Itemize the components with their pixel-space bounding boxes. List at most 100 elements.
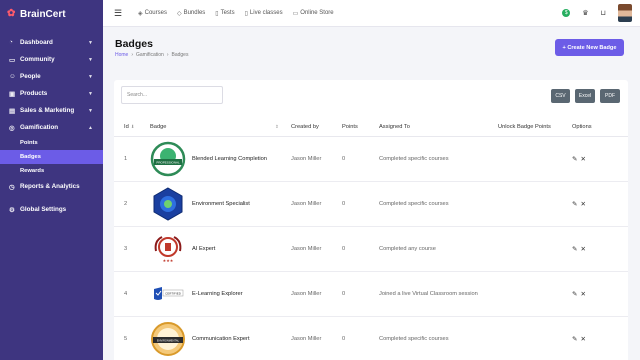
delete-icon[interactable]: ✕ bbox=[580, 336, 585, 343]
chevron-down-icon: ▼ bbox=[88, 107, 93, 114]
topnav-courses[interactable]: ◈ Courses bbox=[138, 10, 167, 17]
column-header-badge[interactable]: Badge bbox=[150, 124, 166, 130]
sidebar-item-people[interactable]: ☺ People ▼ bbox=[0, 68, 103, 85]
sidebar-subitem-label: Rewards bbox=[20, 168, 45, 174]
table-row[interactable]: 5 ENVIRONMENTAL Communication Expert Jas… bbox=[114, 317, 628, 360]
sidebar-subitem-label: Badges bbox=[20, 154, 41, 160]
breadcrumb-home[interactable]: Home bbox=[115, 52, 128, 58]
cell-id: 4 bbox=[124, 291, 128, 297]
sidebar-item-products[interactable]: ▣ Products ▼ bbox=[0, 85, 103, 102]
delete-icon[interactable]: ✕ bbox=[580, 156, 585, 163]
topnav-live-classes[interactable]: ▯ Live classes bbox=[245, 10, 283, 17]
sidebar-item-label: People bbox=[20, 73, 41, 80]
sidebar-item-sales-marketing[interactable]: ▤ Sales & Marketing ▼ bbox=[0, 102, 103, 119]
menu-icon[interactable]: ☰ bbox=[114, 8, 124, 19]
cell-points: 0 bbox=[342, 336, 346, 342]
sidebar-item-gamification[interactable]: ◎ Gamification ▲ bbox=[0, 119, 103, 136]
status-badge[interactable]: $ bbox=[562, 9, 571, 17]
live-classes-icon: ▯ bbox=[244, 10, 248, 17]
topnav-online-store[interactable]: ▭ Online Store bbox=[293, 10, 334, 17]
column-header-created-by[interactable]: Created by bbox=[291, 124, 319, 130]
search-input[interactable]: Search... bbox=[121, 86, 223, 104]
cell-assigned-to: Completed specific courses bbox=[379, 201, 449, 207]
table-row[interactable]: 2 Environment Specialist Jason Miller 0 … bbox=[114, 182, 628, 227]
edit-icon[interactable]: ✎ bbox=[572, 246, 577, 253]
breadcrumb-gamification[interactable]: Gamification bbox=[136, 52, 164, 58]
chevron-up-icon: ▲ bbox=[88, 124, 93, 131]
brand-logo[interactable]: ✿ BrainCert bbox=[0, 0, 103, 28]
delete-icon[interactable]: ✕ bbox=[580, 201, 585, 208]
edit-icon[interactable]: ✎ bbox=[572, 336, 577, 343]
delete-icon[interactable]: ✕ bbox=[580, 246, 585, 253]
breadcrumb: Home › Gamification › Badges bbox=[115, 52, 189, 58]
topnav-label: Online Store bbox=[300, 10, 334, 16]
community-icon: ▭ bbox=[9, 56, 16, 64]
people-icon: ☺ bbox=[9, 73, 16, 80]
cart-icon[interactable]: ⊔ bbox=[601, 9, 606, 17]
cell-badge-name: Blended Learning Completion bbox=[192, 156, 267, 162]
sidebar-item-global-settings[interactable]: ⚙ Global Settings bbox=[0, 201, 103, 218]
cell-id: 5 bbox=[124, 336, 128, 342]
excel-button[interactable]: Excel bbox=[575, 89, 595, 103]
badge-image-shield: CERTIFIED bbox=[154, 287, 184, 300]
pdf-button[interactable]: PDF bbox=[600, 89, 620, 103]
cell-assigned-to: Completed specific courses bbox=[379, 336, 449, 342]
cell-points: 0 bbox=[342, 291, 346, 297]
topnav-label: Courses bbox=[144, 10, 167, 16]
column-header-id[interactable]: Id ⬇ bbox=[124, 124, 135, 130]
sidebar-subitem-rewards[interactable]: Rewards bbox=[0, 164, 103, 178]
edit-icon[interactable]: ✎ bbox=[572, 156, 577, 163]
sidebar-subitem-badges[interactable]: Badges bbox=[0, 150, 103, 164]
edit-icon[interactable]: ✎ bbox=[572, 291, 577, 298]
csv-button[interactable]: CSV bbox=[551, 89, 570, 103]
column-header-points[interactable]: Points bbox=[342, 124, 358, 130]
chevron-down-icon: ▼ bbox=[88, 90, 93, 97]
cell-id: 3 bbox=[124, 246, 128, 252]
sidebar-item-label: Products bbox=[20, 90, 48, 97]
chevron-down-icon: ▼ bbox=[88, 56, 93, 63]
column-header-unlock-points[interactable]: Unlock Badge Points bbox=[498, 124, 551, 130]
table-row[interactable]: 1 PROFESSIONAL Blended Learning Completi… bbox=[114, 137, 628, 182]
delete-icon[interactable]: ✕ bbox=[580, 291, 585, 298]
edit-icon[interactable]: ✎ bbox=[572, 201, 577, 208]
trophy-icon[interactable]: ♛ bbox=[582, 9, 588, 17]
products-icon: ▣ bbox=[9, 90, 16, 98]
sidebar-item-dashboard[interactable]: ◔ Dashboard ▼ bbox=[0, 34, 103, 51]
cell-assigned-to: Joined a live Virtual Classroom session bbox=[379, 291, 478, 297]
chevron-down-icon: ▼ bbox=[88, 39, 93, 46]
badges-table-card: Search... CSV Excel PDF Id ⬇ Badge ⇕ Crea… bbox=[114, 80, 628, 360]
sidebar-item-reports-analytics[interactable]: ◷ Reports & Analytics bbox=[0, 178, 103, 195]
cell-points: 0 bbox=[342, 201, 346, 207]
badge-lettering: PROFESSIONAL bbox=[156, 161, 180, 165]
sort-icon: ⇕ bbox=[275, 124, 279, 129]
topnav-bundles[interactable]: ◇ Bundles bbox=[177, 10, 205, 17]
table-row[interactable]: 3 ★★★ AI Expert Jason Miller 0 Completed… bbox=[114, 227, 628, 272]
sidebar: ✿ BrainCert ◔ Dashboard ▼ ▭ Community ▼ … bbox=[0, 0, 103, 360]
sidebar-subitem-points[interactable]: Points bbox=[0, 136, 103, 150]
settings-icon: ⚙ bbox=[9, 206, 15, 214]
analytics-icon: ◷ bbox=[9, 183, 15, 191]
cell-assigned-to: Completed any course bbox=[379, 246, 436, 252]
table-row[interactable]: 4 CERTIFIED E-Learning Explorer Jason Mi… bbox=[114, 272, 628, 317]
tests-icon: ▯ bbox=[215, 10, 219, 17]
cell-assigned-to: Completed specific courses bbox=[379, 156, 449, 162]
cell-created-by: Jason Miller bbox=[291, 201, 322, 207]
create-badge-button[interactable]: + Create New Badge bbox=[555, 39, 624, 56]
breadcrumb-current: Badges bbox=[171, 52, 189, 58]
courses-icon: ◈ bbox=[138, 10, 143, 17]
topnav-tests[interactable]: ▯ Tests bbox=[215, 10, 234, 17]
cell-badge-name: AI Expert bbox=[192, 246, 216, 252]
cell-points: 0 bbox=[342, 246, 346, 252]
badge-image-red: ★★★ bbox=[154, 236, 182, 263]
sidebar-item-community[interactable]: ▭ Community ▼ bbox=[0, 51, 103, 68]
cell-id: 2 bbox=[124, 201, 128, 207]
cell-created-by: Jason Miller bbox=[291, 291, 322, 297]
cell-created-by: Jason Miller bbox=[291, 156, 322, 162]
page-title: Badges bbox=[115, 38, 153, 50]
avatar[interactable] bbox=[618, 4, 632, 22]
badge-image-green: PROFESSIONAL bbox=[150, 141, 186, 177]
sidebar-item-label: Community bbox=[20, 56, 55, 63]
badge-lettering: CERTIFIED bbox=[165, 292, 182, 296]
top-navbar: ☰ ◈ Courses ◇ Bundles ▯ Tests ▯ Live cla… bbox=[103, 0, 640, 27]
column-header-assigned-to[interactable]: Assigned To bbox=[379, 124, 410, 130]
